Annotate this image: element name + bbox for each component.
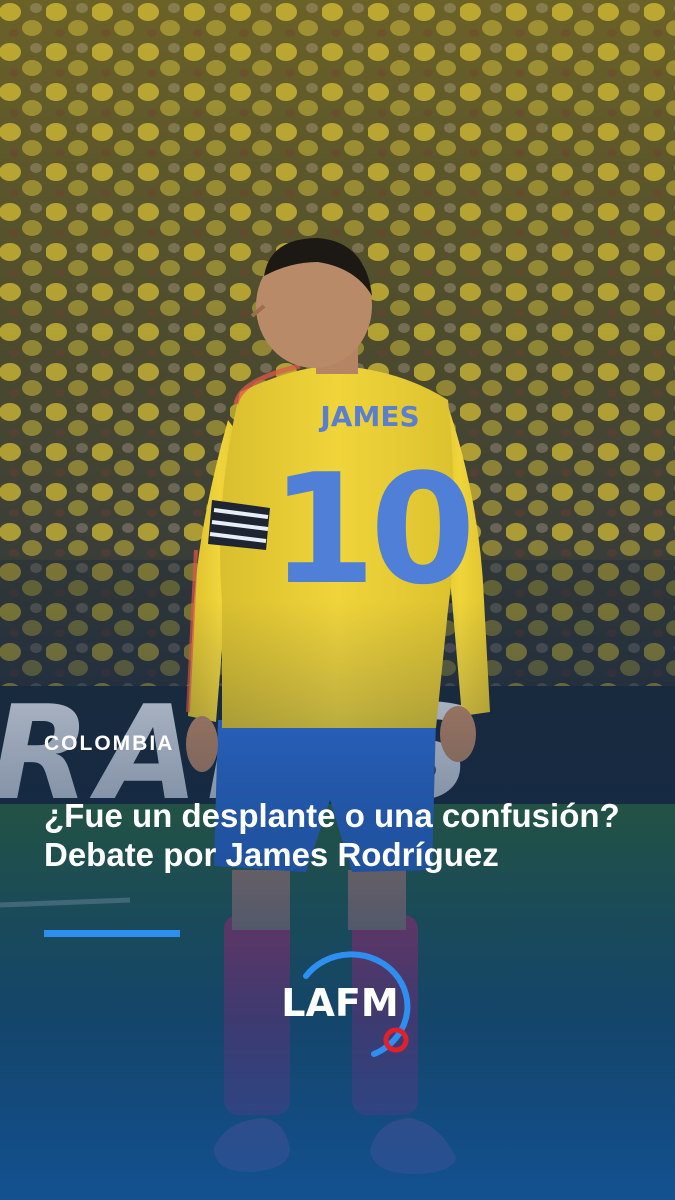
headline: ¿Fue un desplante o una confusión? Debat… xyxy=(44,797,620,873)
jersey-name: JAMES xyxy=(318,400,419,433)
jersey-number: 10 xyxy=(270,441,470,618)
story-card: RADIS xyxy=(0,0,675,1200)
category-label: COLOMBIA xyxy=(44,732,175,755)
headline-accent-bar xyxy=(44,930,180,937)
logo-text: LAFM xyxy=(281,981,398,1025)
lafm-logo: LAFM xyxy=(281,951,411,1057)
